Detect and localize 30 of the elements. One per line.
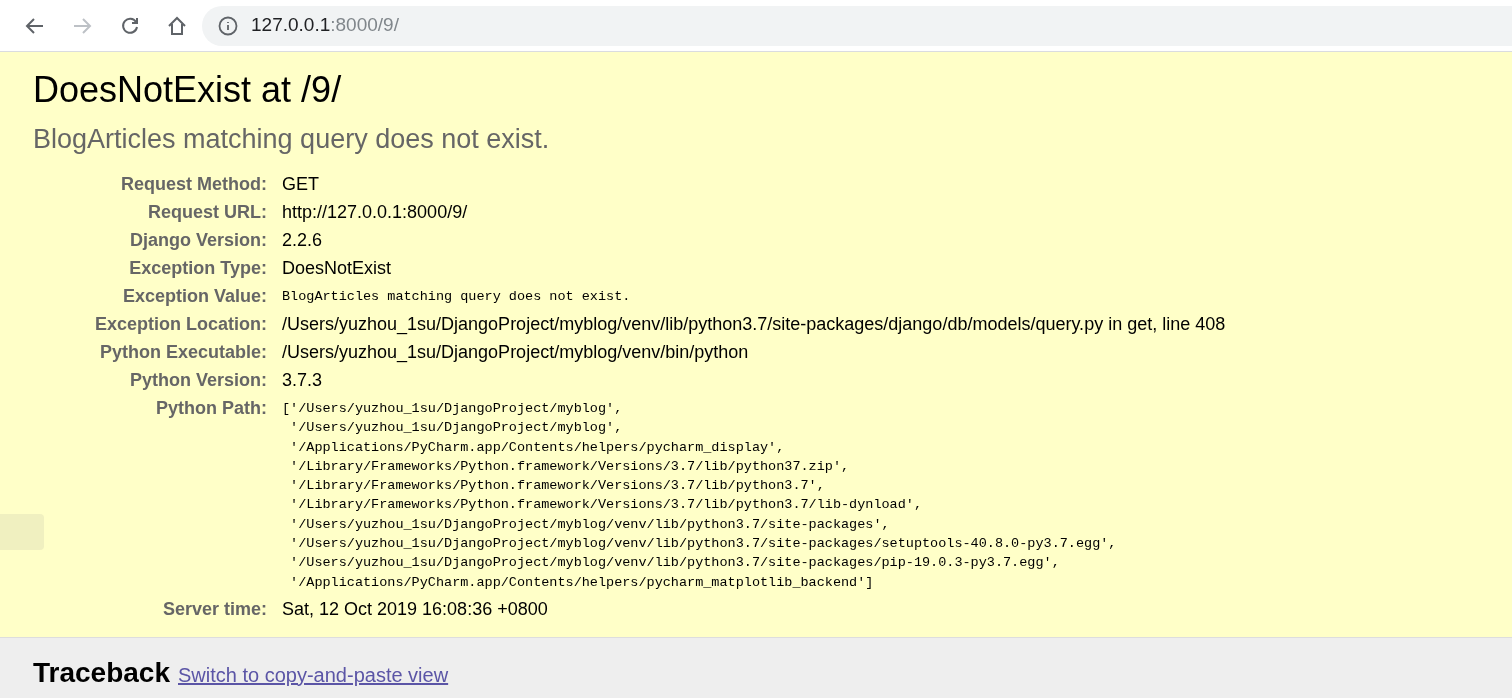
field-value: GET [282, 173, 320, 196]
field-value: /Users/yuzhou_1su/DjangoProject/myblog/venv/lib/python3.7/site-packages/django/db/models/query.py in get, line 408 [282, 313, 1227, 337]
reload-icon[interactable] [120, 15, 140, 36]
field-value: Sat, 12 Oct 2019 16:08:36 +0800 [282, 597, 549, 621]
field-value: /Users/yuzhou_1su/DjangoProject/myblog/venv/bin/python [282, 341, 750, 365]
field-label: Exception Location: [94, 313, 267, 336]
field-label: Server time: [161, 597, 267, 621]
exception-message: BlogArticles matching query does not exist. [33, 123, 551, 156]
field-value: http://127.0.0.1:8000/9/ [282, 201, 469, 224]
field-label: Request URL: [147, 201, 267, 224]
field-value: DoesNotExist [282, 257, 393, 280]
field-label: Python Version: [128, 369, 267, 392]
field-label: Exception Type: [128, 257, 267, 280]
field-label: Python Path: [155, 397, 267, 420]
copy-paste-link[interactable]: Switch to copy-and-paste view [178, 659, 449, 690]
field-value: 2.2.6 [282, 229, 324, 252]
field-label: Request Method: [120, 173, 267, 196]
address-bar[interactable]: 127.0.0.1:8000/9/ [202, 5, 1512, 46]
field-label: Django Version: [128, 229, 267, 252]
traceback-heading: Traceback [33, 655, 170, 690]
info-icon[interactable] [218, 15, 238, 36]
home-icon[interactable] [167, 15, 187, 36]
field-value: 3.7.3 [282, 369, 324, 392]
url-text: 127.0.0.1:8000/9/ [251, 13, 399, 38]
field-label: Exception Value: [121, 285, 267, 308]
back-icon[interactable] [25, 15, 45, 36]
field-value: ['/Users/yuzhou_1su/DjangoProject/myblog', '/Users/yuzhou_1su/DjangoProject/myblog', '/Applications/PyCharm.app/Contents/helpers/pycharm_display', '/Library/Frameworks/Python.framework/Versions/3.7/lib/python37.zip', '/Library/Frameworks/Python.framework/Versions/3.7/lib/python3.7', '/Library/Frameworks/Python.framework/Versions/3.7/lib/python3.7/lib-dynload', '/Users/yuzhou_1su/DjangoProject/myblog/venv/lib/python3.7/site-packages', '/Users/yuzhou_1su/DjangoProject/myblog/venv/lib/python3.7/site-packages/setuptools-40.8.0-py3.7.egg', '/Users/yuzhou_1su/DjangoProject/myblog/venv/lib/python3.7/site-packages/pip-19.0.3-py3.7.egg', '/Applications/PyCharm.app/Contents/helpers/pycharm_matplotlib_backend'] [282, 400, 1118, 592]
page-title: DoesNotExist at /9/ [33, 68, 343, 112]
field-value: BlogArticles matching query does not exist. [282, 288, 632, 306]
field-label: Python Executable: [98, 341, 267, 364]
